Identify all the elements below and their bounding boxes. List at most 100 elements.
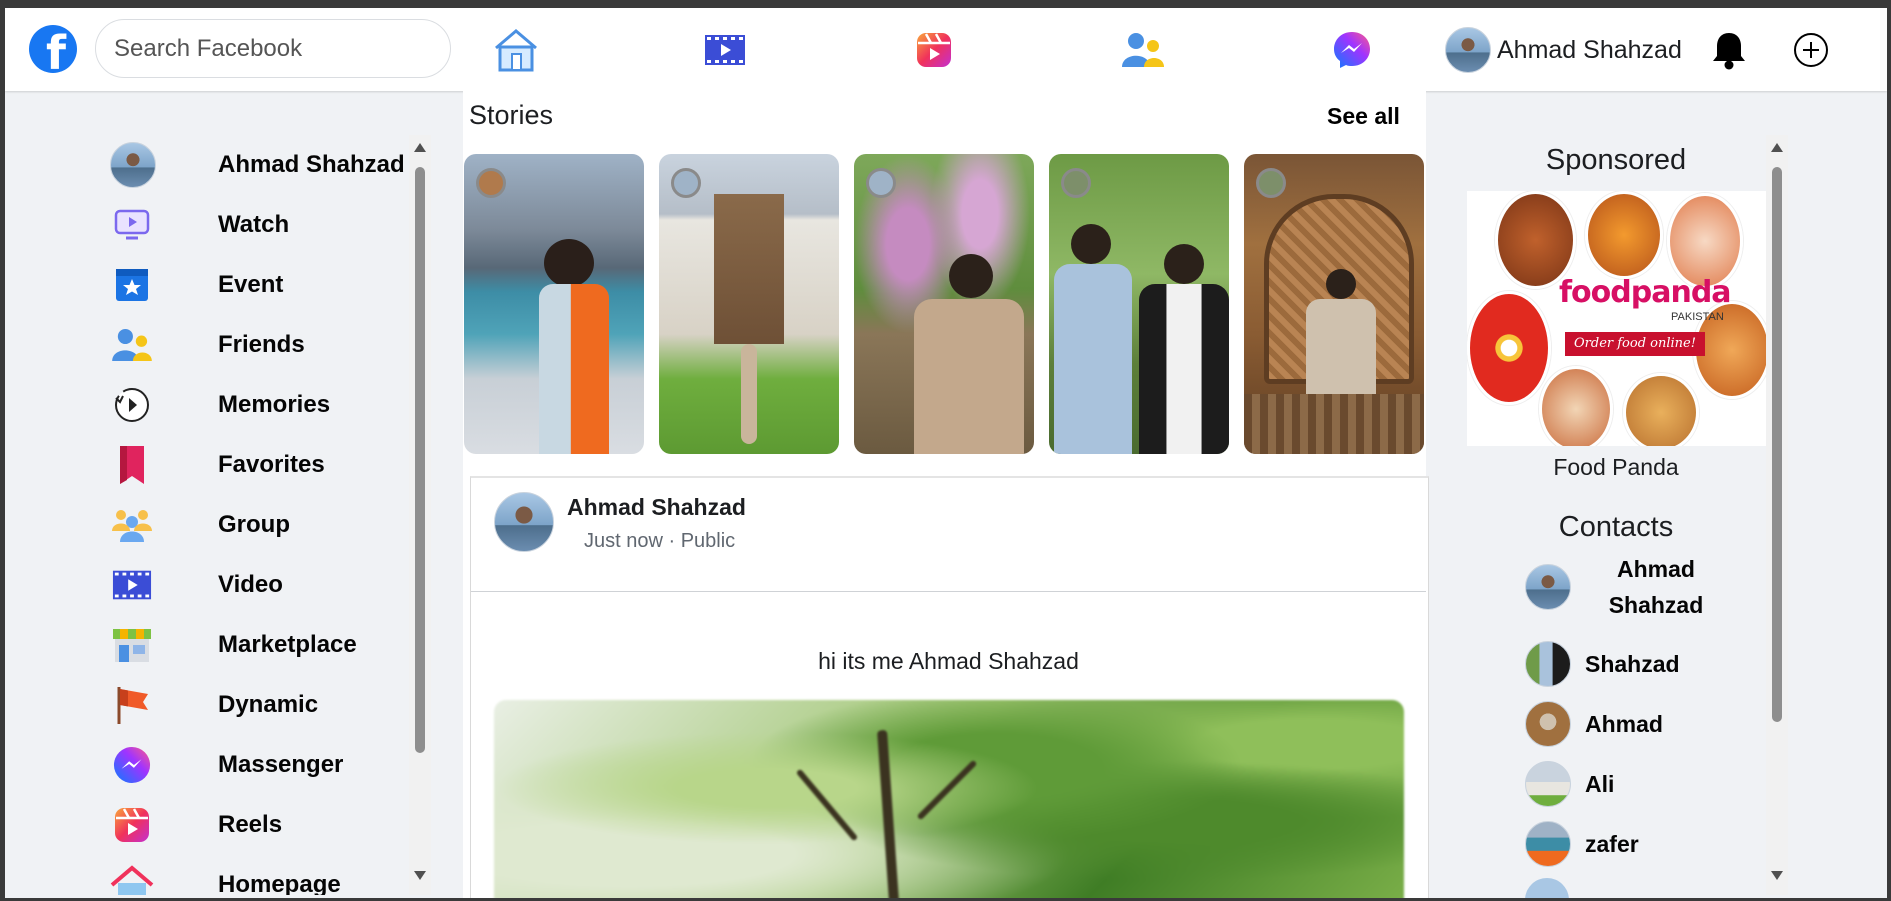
contact-name: Ahmad (1585, 710, 1663, 737)
contact-name: Shahzad (1585, 650, 1680, 677)
contact-name: zafer (1585, 830, 1639, 857)
scroll-down-icon[interactable] (1771, 871, 1783, 880)
contact-item[interactable]: Shahzad (1525, 640, 1680, 688)
story-avatar (671, 168, 701, 198)
sidebar-item-label: Memories (218, 391, 331, 418)
reels-icon[interactable] (910, 26, 958, 74)
scroll-thumb[interactable] (1772, 167, 1782, 722)
sidebar-item-messenger[interactable]: Massenger (110, 740, 343, 790)
avatar (1445, 27, 1491, 73)
post-text: hi its me Ahmad Shahzad (818, 648, 1079, 674)
group-icon (110, 503, 154, 547)
post-author[interactable]: Ahmad Shahzad (567, 494, 746, 521)
sidebar-item-label: Massenger (218, 751, 344, 778)
facebook-logo-icon[interactable]: f (29, 25, 77, 73)
scroll-down-icon[interactable] (414, 871, 426, 880)
ad-sub: PAKISTAN (1671, 311, 1724, 323)
profile-shortcut[interactable]: Ahmad Shahzad (1445, 27, 1682, 73)
store-icon (110, 623, 154, 667)
top-navigation-bar: f Ahmad Shahzad (5, 8, 1887, 91)
story-card[interactable] (1049, 154, 1229, 454)
contact-name: Ahmad Shahzad (1608, 556, 1704, 618)
sidebar-item-event[interactable]: Event (110, 260, 283, 310)
avatar (1525, 761, 1571, 807)
story-card[interactable] (659, 154, 839, 454)
ad-banner: Order food online! (1565, 332, 1705, 356)
sidebar-item-label: Event (218, 271, 284, 298)
scroll-up-icon[interactable] (1771, 143, 1783, 152)
story-avatar (1256, 168, 1286, 198)
sidebar-item-homepage[interactable]: Homepage (110, 860, 341, 895)
reels-icon (110, 803, 154, 847)
sidebar-item-label: Dynamic (218, 691, 319, 718)
sponsored-ad-image[interactable]: foodpanda PAKISTAN Order food online! (1467, 191, 1767, 446)
messenger-icon (110, 743, 154, 787)
post-meta: Just now · Public (584, 530, 736, 552)
scroll-up-icon[interactable] (414, 143, 426, 152)
sidebar-item-label: Homepage (218, 871, 341, 895)
story-avatar (1061, 168, 1091, 198)
sidebar-item-watch[interactable]: Watch (110, 200, 289, 250)
contacts-scrollbar[interactable] (1766, 135, 1788, 895)
contact-item[interactable]: Ahmad Shahzad (1525, 556, 1711, 618)
ad-brand: foodpanda (1559, 275, 1732, 310)
left-sidebar: Ahmad Shahzad Watch Event Friends Memori… (95, 135, 430, 895)
sidebar-item-label: Reels (218, 811, 283, 838)
avatar (110, 142, 156, 188)
story-avatar (866, 168, 896, 198)
see-all-link[interactable]: See all (1327, 103, 1400, 130)
browser-viewport: f Ahmad Shahzad Ahmad S (5, 8, 1887, 898)
flag-icon (110, 683, 154, 727)
video-film-icon (110, 563, 154, 607)
profile-name: Ahmad Shahzad (1497, 35, 1682, 64)
friends-icon[interactable] (1119, 26, 1167, 74)
avatar (1525, 564, 1571, 610)
contacts-title: Contacts (1558, 511, 1674, 543)
sidebar-item-label: Favorites (218, 451, 325, 478)
sidebar-item-memories[interactable]: Memories (110, 380, 330, 430)
messenger-icon[interactable] (1328, 26, 1376, 74)
watch-icon (110, 203, 154, 247)
contact-item[interactable]: Ali (1525, 760, 1614, 808)
sidebar-item-label: Video (218, 571, 283, 598)
post-image[interactable] (494, 700, 1404, 898)
bookmark-icon (110, 443, 154, 487)
stories-title: Stories (469, 100, 554, 130)
plus-circle-icon[interactable] (1787, 26, 1835, 74)
sidebar-item-label: Ahmad Shahzad (218, 151, 405, 178)
sidebar-item-label: Marketplace (218, 631, 357, 658)
story-card[interactable] (464, 154, 644, 454)
sidebar-item-label: Friends (218, 331, 305, 358)
sidebar-item-group[interactable]: Group (110, 500, 290, 550)
story-avatar (476, 168, 506, 198)
sidebar-item-label: Group (218, 511, 290, 538)
contact-name: Ali (1585, 770, 1615, 797)
sponsored-title: Sponsored (1545, 144, 1687, 176)
ad-caption[interactable]: Food Panda (1463, 454, 1769, 481)
scroll-thumb[interactable] (415, 167, 425, 753)
clock-history-icon (110, 383, 154, 427)
sidebar-item-video[interactable]: Video (110, 560, 283, 610)
home-icon[interactable] (492, 26, 540, 74)
avatar (1525, 641, 1571, 687)
sidebar-item-marketplace[interactable]: Marketplace (110, 620, 357, 670)
home-icon (110, 863, 154, 895)
avatar (1525, 821, 1571, 867)
bell-icon[interactable] (1705, 26, 1753, 74)
contact-item[interactable]: Ahmad (1525, 700, 1663, 748)
avatar[interactable] (494, 492, 554, 552)
avatar (1525, 701, 1571, 747)
sidebar-item-dynamic[interactable]: Dynamic (110, 680, 318, 730)
sidebar-item-profile[interactable]: Ahmad Shahzad (110, 140, 405, 190)
story-card[interactable] (854, 154, 1034, 454)
divider (471, 591, 1426, 592)
search-input[interactable] (95, 19, 451, 78)
story-card[interactable] (1244, 154, 1424, 454)
sidebar-item-friends[interactable]: Friends (110, 320, 305, 370)
watch-video-icon[interactable] (701, 26, 749, 74)
sidebar-item-reels[interactable]: Reels (110, 800, 282, 850)
sidebar-item-favorites[interactable]: Favorites (110, 440, 325, 490)
post-card: Ahmad Shahzad Just now · Public hi its m… (470, 476, 1429, 898)
contact-item[interactable]: zafer (1525, 820, 1639, 868)
sidebar-scrollbar[interactable] (409, 135, 431, 895)
